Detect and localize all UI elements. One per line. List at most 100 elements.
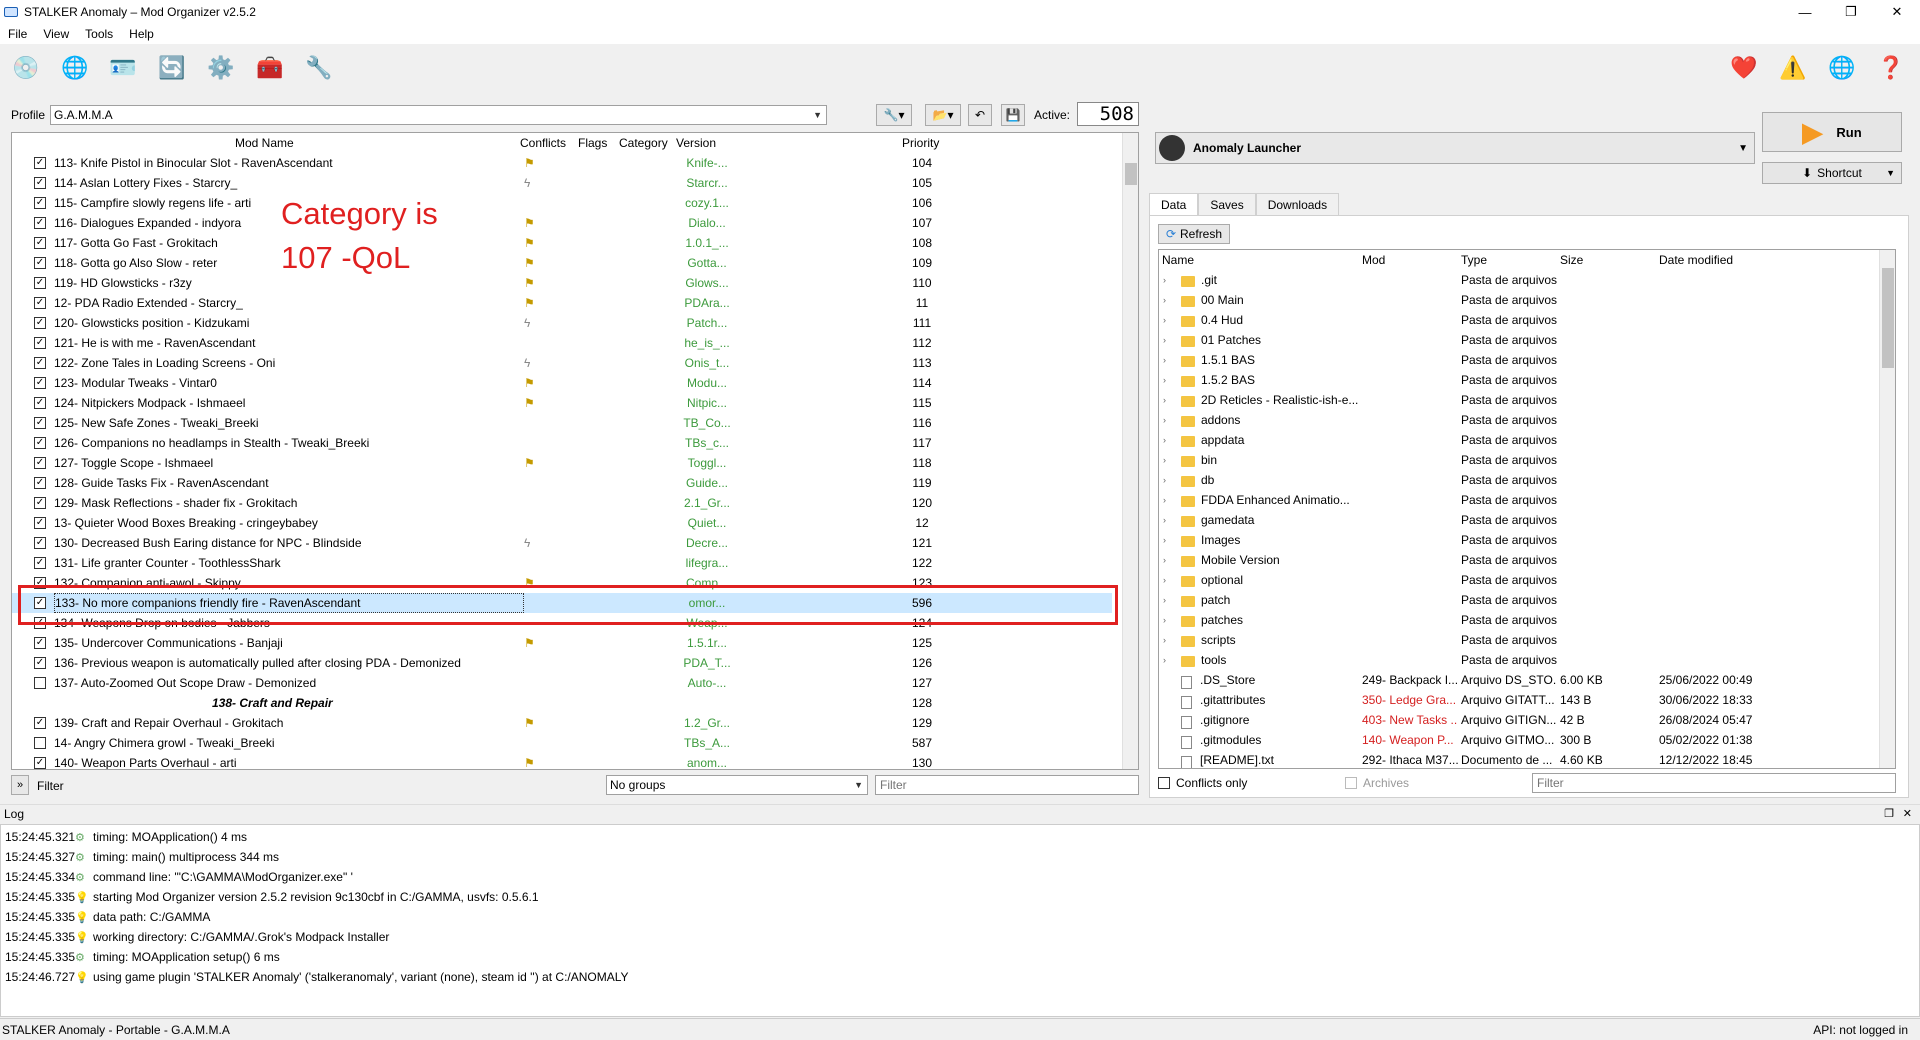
file-row[interactable]: [README].txt 292- Ithaca M37... 4.60 KB 12/… xyxy=(1159,750,1879,768)
mod-checkbox[interactable]: ✓ xyxy=(34,197,46,209)
data-col-name[interactable]: Name xyxy=(1162,250,1194,270)
nexus-globe-icon[interactable]: 🌐 xyxy=(59,52,91,84)
restore-backup-icon[interactable]: ↶ xyxy=(968,104,992,126)
mod-row[interactable]: ✓ 120- Glowsticks position - Kidzukami ϟ Pa… xyxy=(12,313,1112,333)
menu-view[interactable]: View xyxy=(35,27,77,41)
mod-row[interactable]: ✓ 121- He is with me - RavenAscendant he_i… xyxy=(12,333,1112,353)
folder-row[interactable]: › Mobile Version Pasta de arquivos xyxy=(1159,550,1879,570)
mod-checkbox[interactable]: ✓ xyxy=(34,477,46,489)
mod-checkbox[interactable]: ✓ xyxy=(34,517,46,529)
tab-saves[interactable]: Saves xyxy=(1198,193,1256,216)
folder-row[interactable]: › 1.5.2 BAS Pasta de arquivos xyxy=(1159,370,1879,390)
mod-checkbox[interactable]: ✓ xyxy=(34,637,46,649)
mod-row[interactable]: ✓ 12- PDA Radio Extended - Starcry_ ⚑ PDAra… xyxy=(12,293,1112,313)
mod-row[interactable]: ✓ 114- Aslan Lottery Fixes - Starcry_ ϟ Sta… xyxy=(12,173,1112,193)
col-version[interactable]: Version xyxy=(676,133,716,153)
col-category[interactable]: Category xyxy=(619,133,668,153)
tab-downloads[interactable]: Downloads xyxy=(1255,193,1340,216)
mod-checkbox[interactable]: ✓ xyxy=(34,357,46,369)
install-mod-icon[interactable]: 💿 xyxy=(10,52,42,84)
separator-row[interactable]: 138- Craft and Repair 128 xyxy=(12,693,1112,713)
folder-row[interactable]: › appdata Pasta de arquivos xyxy=(1159,430,1879,450)
mod-checkbox[interactable]: ✓ xyxy=(34,437,46,449)
folder-row[interactable]: › addons Pasta de arquivos xyxy=(1159,410,1879,430)
file-row[interactable]: .gitmodules 140- Weapon P... 300 B 05/02/20… xyxy=(1159,730,1879,750)
mod-row[interactable]: ✓ 139- Craft and Repair Overhaul - Grokit… xyxy=(12,713,1112,733)
tools-menu-button[interactable]: 🔧▾ xyxy=(876,104,912,126)
expand-arrow-icon[interactable]: › xyxy=(1163,310,1166,330)
mod-row[interactable]: ✓ 117- Gotta Go Fast - Grokitach ⚑ 1.0.1_..… xyxy=(12,233,1112,253)
expand-arrow-icon[interactable]: › xyxy=(1163,650,1166,670)
folder-row[interactable]: › gamedata Pasta de arquivos xyxy=(1159,510,1879,530)
groups-select[interactable]: No groups ▼ xyxy=(606,775,868,795)
mod-checkbox[interactable]: ✓ xyxy=(34,417,46,429)
folder-row[interactable]: › FDDA Enhanced Animatio... Pasta de arqui… xyxy=(1159,490,1879,510)
col-flags[interactable]: Flags xyxy=(578,133,607,153)
expand-arrow-icon[interactable]: › xyxy=(1163,350,1166,370)
mod-row[interactable]: ✓ 135- Undercover Communications - Banjaj… xyxy=(12,633,1112,653)
file-row[interactable]: .gitattributes 350- Ledge Gra... 143 B 30/0… xyxy=(1159,690,1879,710)
warning-icon[interactable]: ⚠️ xyxy=(1777,52,1809,84)
expand-arrow-icon[interactable]: › xyxy=(1163,290,1166,310)
refresh-button[interactable]: ⟳ Refresh xyxy=(1158,224,1230,244)
data-col-date[interactable]: Date modified xyxy=(1659,250,1733,270)
executables-gear-icon[interactable]: ⚙️ xyxy=(205,52,237,84)
mod-checkbox[interactable] xyxy=(34,677,46,689)
mod-row[interactable]: ✓ 123- Modular Tweaks - Vintar0 ⚑ Modu... 11… xyxy=(12,373,1112,393)
scroll-thumb[interactable] xyxy=(1125,163,1137,185)
mod-checkbox[interactable]: ✓ xyxy=(34,237,46,249)
mod-checkbox[interactable]: ✓ xyxy=(34,657,46,669)
mod-checkbox[interactable]: ✓ xyxy=(34,457,46,469)
data-col-type[interactable]: Type xyxy=(1461,250,1487,270)
expand-arrow-icon[interactable]: › xyxy=(1163,330,1166,350)
mod-row[interactable]: ✓ 136- Previous weapon is automatically p… xyxy=(12,653,1112,673)
mod-row[interactable]: ✓ 125- New Safe Zones - Tweaki_Breeki TB_C… xyxy=(12,413,1112,433)
mod-row[interactable]: ✓ 119- HD Glowsticks - r3zy ⚑ Glows... 110 xyxy=(12,273,1112,293)
conflicts-only-checkbox[interactable]: Conflicts only xyxy=(1158,776,1247,790)
mod-row[interactable]: ✓ 130- Decreased Bush Earing distance for… xyxy=(12,533,1112,553)
mod-checkbox[interactable]: ✓ xyxy=(34,277,46,289)
mod-row[interactable]: ✓ 127- Toggle Scope - Ishmaeel ⚑ Toggl... 11… xyxy=(12,453,1112,473)
tools-icon[interactable]: 🧰 xyxy=(254,52,286,84)
mod-checkbox[interactable]: ✓ xyxy=(34,377,46,389)
expand-arrow-icon[interactable]: › xyxy=(1163,430,1166,450)
undock-icon[interactable]: ❐ xyxy=(1884,807,1894,820)
col-conflicts[interactable]: Conflicts xyxy=(520,133,566,153)
mod-filter-input[interactable] xyxy=(875,775,1139,795)
mod-row[interactable]: ✓ 115- Campfire slowly regens life - arti… xyxy=(12,193,1112,213)
mod-row[interactable]: ✓ 140- Weapon Parts Overhaul - arti ⚑ anom.… xyxy=(12,753,1112,769)
expand-arrow-icon[interactable]: › xyxy=(1163,370,1166,390)
mod-row[interactable]: ✓ 131- Life granter Counter - ToothlessSh… xyxy=(12,553,1112,573)
mod-checkbox[interactable]: ✓ xyxy=(34,257,46,269)
mod-checkbox[interactable]: ✓ xyxy=(34,177,46,189)
expand-arrow-icon[interactable]: › xyxy=(1163,510,1166,530)
folder-row[interactable]: › tools Pasta de arquivos xyxy=(1159,650,1879,670)
mod-row[interactable]: ✓ 128- Guide Tasks Fix - RavenAscendant Gu… xyxy=(12,473,1112,493)
data-filter-input[interactable] xyxy=(1532,773,1896,793)
mod-checkbox[interactable]: ✓ xyxy=(34,497,46,509)
refresh-icon[interactable]: 🔄 xyxy=(156,52,188,84)
mod-checkbox[interactable]: ✓ xyxy=(34,157,46,169)
mod-checkbox[interactable] xyxy=(34,737,46,749)
folder-row[interactable]: › optional Pasta de arquivos xyxy=(1159,570,1879,590)
folder-row[interactable]: › 0.4 Hud Pasta de arquivos xyxy=(1159,310,1879,330)
mod-row[interactable]: ✓ 113- Knife Pistol in Binocular Slot - R… xyxy=(12,153,1112,173)
mod-list-scrollbar[interactable] xyxy=(1122,133,1138,769)
folder-row[interactable]: › Images Pasta de arquivos xyxy=(1159,530,1879,550)
mod-row[interactable]: ✓ 129- Mask Reflections - shader fix - Gr… xyxy=(12,493,1112,513)
folder-row[interactable]: › db Pasta de arquivos xyxy=(1159,470,1879,490)
archives-checkbox[interactable]: Archives xyxy=(1345,776,1409,790)
mod-checkbox[interactable]: ✓ xyxy=(34,557,46,569)
menu-tools[interactable]: Tools xyxy=(77,27,121,41)
mod-checkbox[interactable]: ✓ xyxy=(34,317,46,329)
endorse-heart-icon[interactable]: ❤️ xyxy=(1728,52,1760,84)
folder-row[interactable]: › 1.5.1 BAS Pasta de arquivos xyxy=(1159,350,1879,370)
mod-row[interactable]: ✓ 118- Gotta go Also Slow - reter ⚑ Gotta..… xyxy=(12,253,1112,273)
help-icon[interactable]: ❓ xyxy=(1875,52,1907,84)
expand-button[interactable]: » xyxy=(11,775,29,795)
mod-checkbox[interactable]: ✓ xyxy=(34,397,46,409)
mod-row[interactable]: ✓ 13- Quieter Wood Boxes Breaking - cring… xyxy=(12,513,1112,533)
expand-arrow-icon[interactable]: › xyxy=(1163,550,1166,570)
mod-checkbox[interactable]: ✓ xyxy=(34,337,46,349)
profiles-icon[interactable]: 🪪 xyxy=(107,52,139,84)
